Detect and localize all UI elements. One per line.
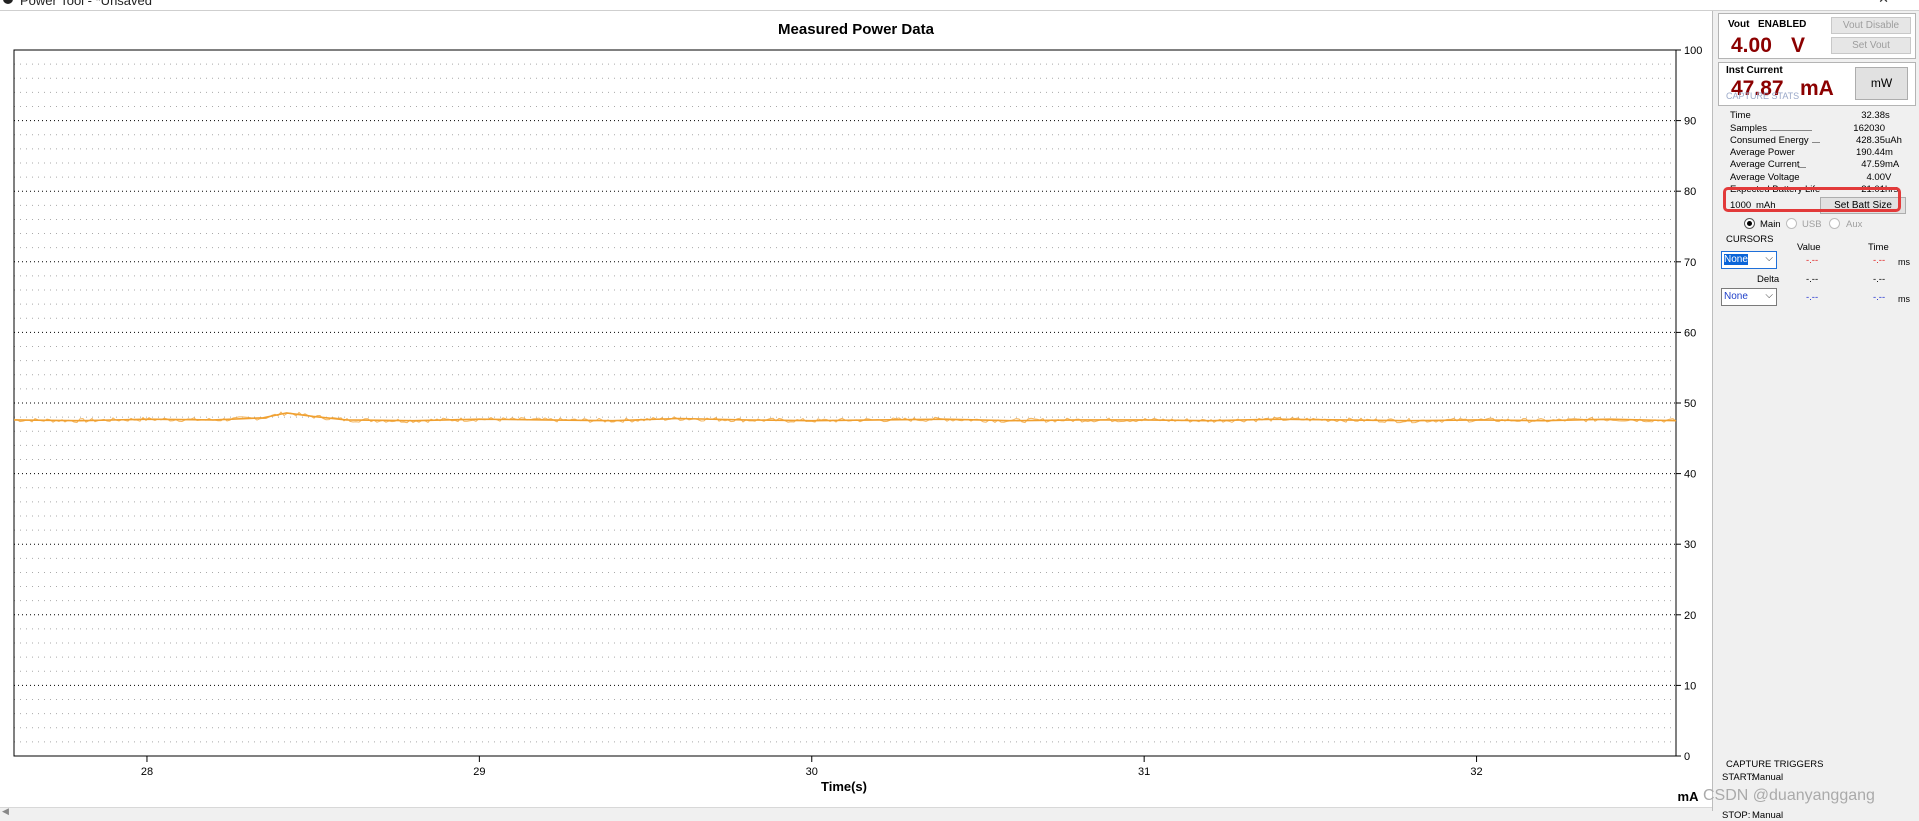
cursor2-unit: ms [1898, 294, 1910, 304]
stat-power-unit: m [1885, 147, 1893, 158]
stat-current-leader [1798, 167, 1806, 168]
cursor1-unit: ms [1898, 257, 1910, 267]
y-tick-label: 20 [1684, 610, 1696, 622]
y-tick-label: 0 [1684, 751, 1690, 763]
x-tick-label: 30 [806, 766, 818, 778]
inst-current-unit: mA [1800, 77, 1834, 100]
stat-current-value: 47.59 [1861, 159, 1885, 170]
cursors-value-header: Value [1797, 242, 1821, 253]
y-axis-unit-label: mA [1678, 789, 1700, 804]
x-tick-label: 31 [1138, 766, 1150, 778]
set-vout-button[interactable]: Set Vout [1831, 37, 1911, 54]
trigger-stop-label: STOP: [1722, 810, 1751, 821]
cursor2-select-text: None [1724, 291, 1748, 302]
delta-value: -.-- [1806, 274, 1819, 285]
stat-battery-life-label: Expected Battery Life [1730, 184, 1821, 195]
channel-usb-radio[interactable] [1786, 218, 1797, 229]
scroll-left-icon[interactable]: ◀ [2, 806, 9, 817]
cursor2-value: -.-- [1806, 292, 1819, 303]
trigger-stop-value: Manual [1752, 810, 1784, 821]
cursors-time-header: Time [1868, 242, 1889, 253]
y-tick-label: 10 [1684, 680, 1696, 692]
battery-size-value: 1000 [1730, 200, 1752, 211]
stat-energy-value: 428.35 [1855, 135, 1885, 146]
stat-samples-value: 162030 [1853, 123, 1885, 134]
control-panel: Vout ENABLED 4.00 V Vout Disable Set Vou… [1716, 11, 1919, 821]
y-tick-label: 70 [1684, 257, 1696, 269]
stat-battery-life-unit: hrs [1885, 184, 1899, 195]
delta-time: -.-- [1873, 274, 1886, 285]
stat-current-label: Average Current [1730, 159, 1800, 170]
inst-current-label: Inst Current [1726, 65, 1783, 76]
stat-voltage-value: 4.00 [1866, 172, 1886, 183]
cursors-title: CURSORS [1726, 234, 1774, 245]
channel-usb-label: USB [1802, 219, 1822, 230]
y-tick-label: 60 [1684, 327, 1696, 339]
stat-energy-unit: uAh [1885, 135, 1902, 146]
battery-size-unit: mAh [1756, 200, 1776, 211]
x-tick-label: 32 [1470, 766, 1482, 778]
cursor1-time: -.-- [1873, 255, 1886, 266]
cursor2-time: -.-- [1873, 292, 1886, 303]
stat-time-value: 32.38 [1861, 110, 1885, 121]
close-icon[interactable]: ✕ [1878, 0, 1889, 7]
delta-label: Delta [1757, 274, 1780, 285]
x-tick-label: 28 [141, 766, 153, 778]
vout-unit: V [1791, 34, 1806, 57]
chevron-down-icon: ⌵ [1765, 290, 1773, 301]
stat-energy-leader [1812, 142, 1820, 143]
y-tick-label: 80 [1684, 186, 1696, 198]
power-chart[interactable]: 0 10 20 30 40 50 60 70 80 90 100 28 29 30 31 32 Measure… [0, 11, 1712, 811]
channel-main-radio[interactable] [1744, 218, 1755, 229]
stat-time-unit: s [1885, 110, 1890, 121]
stat-voltage-unit: V [1885, 172, 1892, 183]
mw-toggle-button[interactable]: mW [1855, 67, 1908, 100]
vout-box: Vout ENABLED 4.00 V Vout Disable Set Vou… [1718, 13, 1916, 59]
plot-panel[interactable]: 0 10 20 30 40 50 60 70 80 90 100 28 29 30 31 32 Measure… [0, 11, 1713, 811]
capture-triggers-title: CAPTURE TRIGGERS [1726, 759, 1824, 770]
trigger-start-label: START: [1722, 772, 1754, 783]
stat-voltage-label: Average Voltage [1730, 172, 1800, 183]
title-bar: Power Tool - *Unsaved ─ ✕ [0, 0, 1919, 11]
set-batt-size-button[interactable]: Set Batt Size [1820, 197, 1906, 214]
cursor1-select[interactable]: None ⌵ [1721, 251, 1777, 269]
vout-disable-button[interactable]: Vout Disable [1831, 17, 1911, 34]
y-tick-label: 50 [1684, 398, 1696, 410]
stat-samples-label: Samples [1730, 123, 1767, 134]
stat-power-label: Average Power [1730, 147, 1795, 158]
stat-battery-life-value: 21.01 [1861, 184, 1885, 195]
trigger-start-value: Manual [1752, 772, 1784, 783]
stat-samples-leader [1770, 130, 1812, 131]
capture-stats-title: CAPTURE STATS [1726, 91, 1800, 101]
stat-energy-label: Consumed Energy [1730, 135, 1809, 146]
channel-aux-radio[interactable] [1829, 218, 1840, 229]
cursor1-value: -.-- [1806, 255, 1819, 266]
vout-value: 4.00 [1731, 34, 1772, 57]
x-tick-label: 29 [473, 766, 485, 778]
vout-status: ENABLED [1758, 19, 1807, 30]
stat-current-unit: mA [1885, 159, 1900, 170]
y-tick-label: 100 [1684, 45, 1702, 57]
cursor2-select[interactable]: None ⌵ [1721, 288, 1777, 306]
horizontal-scrollbar[interactable]: ◀ [0, 806, 1712, 818]
y-tick-label: 40 [1684, 469, 1696, 481]
vout-label: Vout [1728, 19, 1750, 30]
stat-power-value: 190.44 [1855, 147, 1885, 158]
y-tick-label: 90 [1684, 116, 1696, 128]
minimize-icon[interactable]: ─ [1790, 0, 1799, 6]
y-tick-label: 30 [1684, 539, 1696, 551]
x-axis-label: Time(s) [821, 779, 867, 794]
stat-time-label: Time [1730, 110, 1751, 121]
channel-main-label: Main [1760, 219, 1781, 230]
window-title: Power Tool - *Unsaved [20, 0, 152, 8]
app-icon [3, 0, 13, 4]
chart-title: Measured Power Data [778, 21, 935, 38]
cursor1-select-text: None [1724, 254, 1748, 265]
watermark: CSDN @duanyanggang [1703, 787, 1875, 804]
channel-aux-label: Aux [1846, 219, 1863, 230]
chevron-down-icon: ⌵ [1765, 253, 1773, 264]
